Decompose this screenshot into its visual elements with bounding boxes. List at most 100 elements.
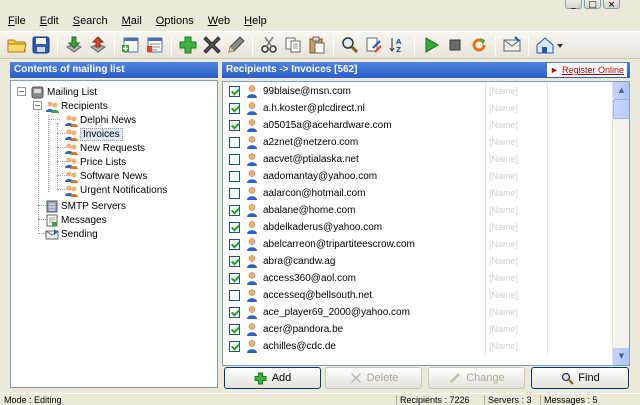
menu-help[interactable]: Help <box>244 15 267 27</box>
menu-mail[interactable]: Mail <box>122 15 142 27</box>
pencil-icon[interactable] <box>225 34 247 56</box>
tree-node-new-requests[interactable]: New Requests <box>64 141 145 155</box>
tree-node-software-news[interactable]: Software News <box>64 169 147 183</box>
tree-node-smtp-servers[interactable]: SMTP Servers <box>45 199 126 213</box>
replace-icon[interactable] <box>363 34 385 56</box>
status-messages: Messages : 5 <box>544 395 598 405</box>
tree-label: New Requests <box>80 142 146 154</box>
recipient-row[interactable]: abdelkaderus@yahoo.com [Name] <box>223 219 613 236</box>
scroll-thumb[interactable] <box>613 99 629 119</box>
tree-label: Software News <box>80 170 148 182</box>
server-icon <box>45 200 58 213</box>
recipient-row[interactable]: access360@aol.com [Name] <box>223 270 613 287</box>
recipient-checkbox[interactable] <box>229 86 240 97</box>
mailing-list-tree[interactable]: − Mailing List − Recipients Delphi News … <box>10 80 218 388</box>
tree-node-sending[interactable]: Sending <box>45 227 98 241</box>
recipient-row[interactable]: aalarcon@hotmail.com [Name] <box>223 185 613 202</box>
recipient-checkbox[interactable] <box>229 103 240 114</box>
plus-icon[interactable] <box>177 34 199 56</box>
recipient-checkbox[interactable] <box>229 188 240 199</box>
tree-node-delphi-news[interactable]: Delphi News <box>64 113 136 127</box>
sort-az-icon[interactable]: AZ <box>387 34 409 56</box>
recipient-checkbox[interactable] <box>229 324 240 335</box>
recipient-row[interactable]: ace_player69_2000@yahoo.com [Name] <box>223 304 613 321</box>
recipient-row[interactable]: a2znet@netzero.com [Name] <box>223 134 613 151</box>
recipient-row[interactable]: 99blaise@msn.com [Name] <box>223 83 613 100</box>
menu-web[interactable]: Web <box>208 15 230 27</box>
recipient-checkbox[interactable] <box>229 137 240 148</box>
edit-list-icon[interactable] <box>144 34 166 56</box>
recipient-checkbox[interactable] <box>229 256 240 267</box>
recipient-name: [Name] <box>485 202 545 219</box>
recipient-row[interactable]: abelcarreon@tripartiteescrow.com [Name] <box>223 236 613 253</box>
tree-expander-root[interactable]: − <box>17 87 26 96</box>
plus-icon <box>254 371 268 385</box>
recipient-checkbox[interactable] <box>229 239 240 250</box>
recipient-email: aalarcon@hotmail.com <box>263 188 366 199</box>
delete-x-icon[interactable] <box>201 34 223 56</box>
menu-edit[interactable]: Edit <box>40 15 59 27</box>
tree-node-invoices[interactable]: Invoices <box>64 127 123 141</box>
recipient-name: [Name] <box>485 134 545 151</box>
home-dropdown-icon[interactable] <box>534 34 564 56</box>
recipient-row[interactable]: accesseq@bellsouth.net [Name] <box>223 287 613 304</box>
change-button-label: Change <box>466 372 505 384</box>
add-button[interactable]: Add <box>224 367 321 389</box>
add-list-icon[interactable] <box>120 34 142 56</box>
scroll-down-button[interactable]: ▼ <box>613 348 629 365</box>
refresh-icon[interactable] <box>468 34 490 56</box>
recipient-checkbox[interactable] <box>229 273 240 284</box>
play-start-icon[interactable] <box>420 34 442 56</box>
export-upload-icon[interactable] <box>87 34 109 56</box>
cut-scissors-icon[interactable] <box>258 34 280 56</box>
recipient-checkbox[interactable] <box>229 154 240 165</box>
recipient-row[interactable]: abalane@home.com [Name] <box>223 202 613 219</box>
vertical-scrollbar[interactable]: ▲ ▼ <box>612 82 629 365</box>
recipient-row[interactable]: achilles@cdc.de [Name] <box>223 338 613 355</box>
recipient-checkbox[interactable] <box>229 341 240 352</box>
recipient-checkbox[interactable] <box>229 307 240 318</box>
recipient-checkbox[interactable] <box>229 205 240 216</box>
minimize-button[interactable]: _ <box>565 0 582 10</box>
save-disk-icon[interactable] <box>30 34 52 56</box>
list-group-icon <box>64 142 78 155</box>
menu-search[interactable]: Search <box>73 15 108 27</box>
tree-node-messages[interactable]: Messages <box>45 213 107 227</box>
paste-clipboard-icon[interactable] <box>306 34 328 56</box>
tree-expander-recipients[interactable]: − <box>33 101 42 110</box>
recipient-row[interactable]: abra@candw.ag [Name] <box>223 253 613 270</box>
tree-node-mailing-list[interactable]: Mailing List <box>31 85 97 99</box>
tree-line <box>48 119 60 120</box>
tree-node-urgent-notifications[interactable]: Urgent Notifications <box>64 183 167 197</box>
register-online-link[interactable]: ► Register Online <box>547 63 627 77</box>
recipients-list[interactable]: 99blaise@msn.com [Name] a.h.koster@plcdire… <box>222 81 630 366</box>
stop-icon[interactable] <box>444 34 466 56</box>
recipient-checkbox[interactable] <box>229 171 240 182</box>
delete-button[interactable]: Delete <box>325 367 422 389</box>
open-folder-icon[interactable] <box>6 34 28 56</box>
change-button[interactable]: Change <box>428 367 525 389</box>
recipient-name: [Name] <box>485 253 545 270</box>
copy-icon[interactable] <box>282 34 304 56</box>
recipient-row[interactable]: acer@pandora.be [Name] <box>223 321 613 338</box>
scroll-up-button[interactable]: ▲ <box>613 82 629 99</box>
mail-envelope-icon[interactable] <box>501 34 523 56</box>
close-button[interactable]: × <box>603 0 620 10</box>
tree-node-recipients[interactable]: Recipients <box>45 99 108 113</box>
recipient-row[interactable]: a.h.koster@plcdirect.nl [Name] <box>223 100 613 117</box>
recipient-row[interactable]: aadomantay@yahoo.com [Name] <box>223 168 613 185</box>
recipient-checkbox[interactable] <box>229 290 240 301</box>
recipient-name: [Name] <box>485 100 545 117</box>
import-download-icon[interactable] <box>63 34 85 56</box>
recipient-checkbox[interactable] <box>229 120 240 131</box>
tree-label: Mailing List <box>47 86 98 98</box>
menu-options[interactable]: Options <box>156 15 194 27</box>
maximize-button[interactable]: □ <box>584 0 601 10</box>
search-icon[interactable] <box>339 34 361 56</box>
tree-node-price-lists[interactable]: Price Lists <box>64 155 126 169</box>
recipient-row[interactable]: aacvet@ptialaska.net [Name] <box>223 151 613 168</box>
menu-file[interactable]: File <box>8 15 26 27</box>
find-button[interactable]: Find <box>531 367 629 389</box>
recipient-row[interactable]: a05015a@acehardware.com [Name] <box>223 117 613 134</box>
recipient-checkbox[interactable] <box>229 222 240 233</box>
